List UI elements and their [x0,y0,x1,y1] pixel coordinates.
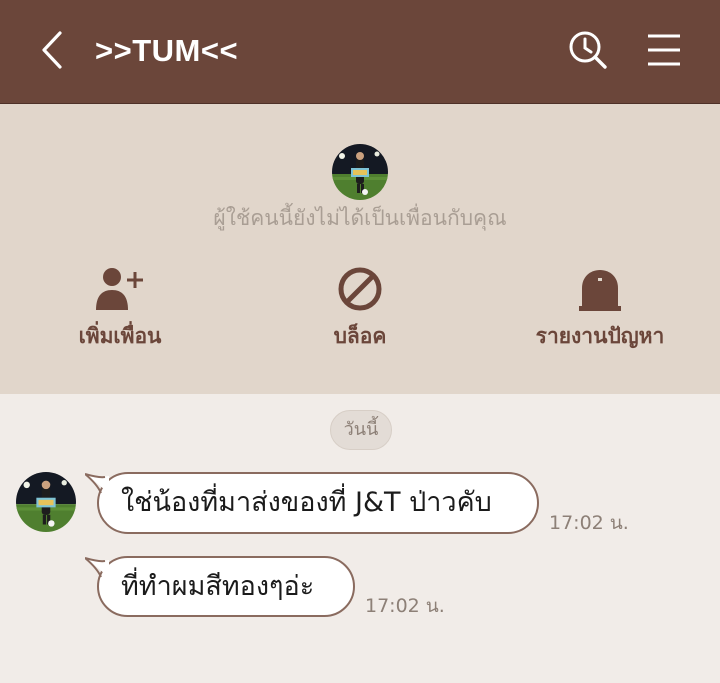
chat-title: >>TUM<< [95,33,239,68]
menu-button[interactable] [644,28,684,72]
add-friend-icon [96,268,143,310]
sender-avatar[interactable] [16,472,76,532]
bubble-tail [85,557,109,578]
report-button[interactable]: รายงานปัญหา [480,266,720,353]
add-friend-button[interactable]: เพิ่มเพื่อน [0,266,240,353]
not-friend-panel: ผู้ใช้คนนี้ยังไม่ได้เป็นเพื่อนกับคุณ เพิ… [0,104,720,394]
back-button[interactable] [34,28,74,72]
report-icon [579,270,621,311]
message-bubble[interactable]: ที่ทำผมสีทองๆอ่ะ [85,556,355,617]
message-text: ที่ทำผมสีทองๆอ่ะ [121,571,315,602]
clock-search-icon [569,31,607,69]
hamburger-menu-icon [648,34,680,66]
bubble-tail [85,473,109,494]
block-label: บล็อค [333,324,387,348]
report-label: รายงานปัญหา [535,324,665,348]
not-friend-notice: ผู้ใช้คนนี้ยังไม่ได้เป็นเพื่อนกับคุณ [213,206,507,230]
chevron-left-icon [42,31,62,69]
block-icon [338,267,382,311]
add-friend-label: เพิ่มเพื่อน [78,324,162,348]
message-time: 17:02 น. [365,595,445,617]
top-bar: >>TUM<< [0,0,720,104]
message-bubble[interactable]: ใช่น้องที่มาส่งของที่ J&T ป่าวคับ [85,472,539,534]
date-separator: วันนี้ [330,410,392,450]
message-time: 17:02 น. [549,512,629,534]
profile-avatar[interactable] [332,144,388,200]
block-button[interactable]: บล็อค [240,266,480,353]
search-button[interactable] [566,28,610,72]
message-text: ใช่น้องที่มาส่งของที่ J&T ป่าวคับ [121,487,492,518]
